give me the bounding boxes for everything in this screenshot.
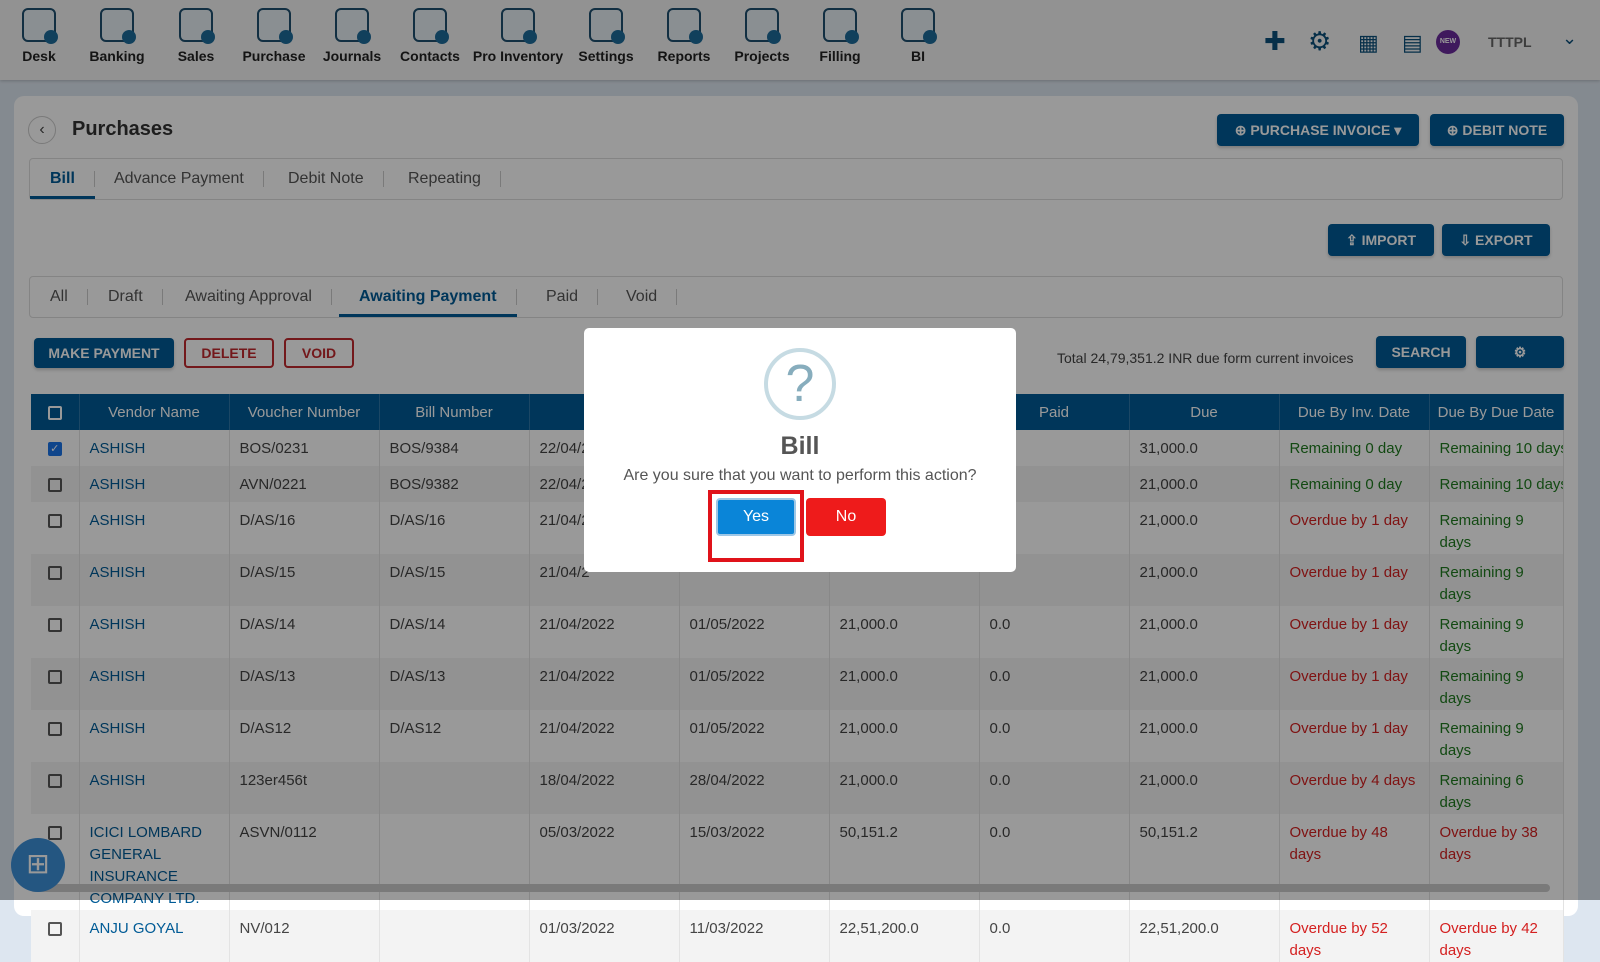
table-cell — [379, 910, 530, 962]
table-cell: NV/012 — [229, 910, 380, 962]
confirm-dialog: ? Bill Are you sure that you want to per… — [584, 328, 1016, 572]
table-cell: 01/03/2022 — [529, 910, 680, 962]
row-checkbox[interactable] — [47, 922, 62, 937]
dialog-message: Are you sure that you want to perform th… — [623, 467, 977, 484]
yes-button[interactable]: Yes — [716, 498, 796, 536]
table-cell: 0.0 — [979, 910, 1130, 962]
vendor-link[interactable]: ANJU GOYAL — [79, 910, 230, 962]
dialog-title: Bill — [780, 432, 820, 460]
question-icon: ? — [764, 348, 836, 420]
table-cell: Overdue by 42 days — [1429, 910, 1564, 962]
table-row[interactable]: ANJU GOYAL NV/012 01/03/2022 11/03/2022 22,5… — [31, 910, 1564, 962]
table-cell: 11/03/2022 — [679, 910, 830, 962]
table-cell: Overdue by 52 days — [1279, 910, 1430, 962]
table-cell: 22,51,200.0 — [829, 910, 980, 962]
table-cell: 22,51,200.0 — [1129, 910, 1280, 962]
no-button[interactable]: No — [806, 498, 886, 536]
